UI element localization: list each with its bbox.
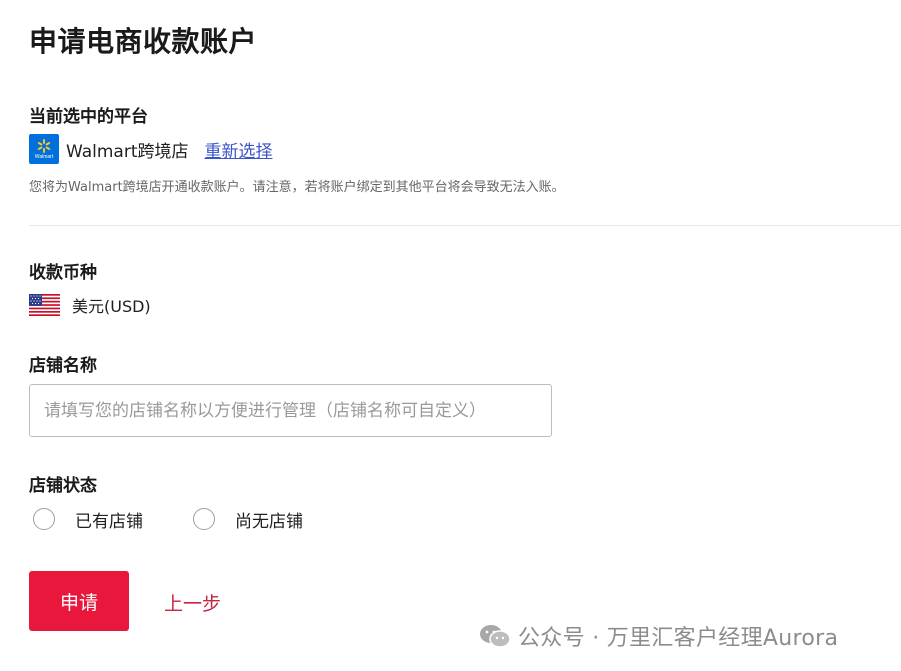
watermark: 公众号 · 万里汇客户经理Aurora (478, 620, 838, 652)
radio-has-store[interactable]: 已有店铺 (33, 506, 143, 532)
wechat-icon (480, 625, 511, 648)
reselect-link[interactable]: 重新选择 (205, 137, 273, 162)
walmart-logo-text: Walmart (34, 153, 54, 160)
walmart-logo: Walmart (29, 134, 59, 164)
store-status-section-label: 店铺状态 (29, 476, 97, 496)
radio-label: 尚无店铺 (235, 511, 303, 532)
platform-notice: 您将为Walmart跨境店开通收款账户。请注意，若将账户绑定到其他平台将会导致无… (29, 180, 565, 195)
store-name-input[interactable] (29, 384, 552, 437)
page-title: 申请电商收款账户 (29, 25, 258, 58)
radio-no-store[interactable]: 尚无店铺 (193, 506, 303, 532)
us-flag-icon (29, 294, 60, 316)
watermark-text: 公众号 · 万里汇客户经理Aurora (518, 626, 839, 651)
selected-platform: Walmart Walmart跨境店 重新选择 (29, 134, 273, 164)
store-name-section-label: 店铺名称 (29, 356, 97, 376)
walmart-spark-icon (37, 138, 51, 153)
divider (29, 225, 901, 226)
currency-value: 美元(USD) (72, 297, 151, 316)
currency-section-label: 收款币种 (29, 263, 97, 283)
submit-button[interactable]: 申请 (29, 571, 129, 631)
platform-name: Walmart跨境店 (66, 141, 189, 162)
platform-section-label: 当前选中的平台 (29, 107, 148, 127)
radio-circle[interactable] (33, 508, 55, 530)
radio-label: 已有店铺 (75, 511, 143, 532)
back-link[interactable]: 上一步 (164, 589, 221, 616)
radio-circle[interactable] (193, 508, 215, 530)
currency-display: 美元(USD) (29, 292, 151, 318)
